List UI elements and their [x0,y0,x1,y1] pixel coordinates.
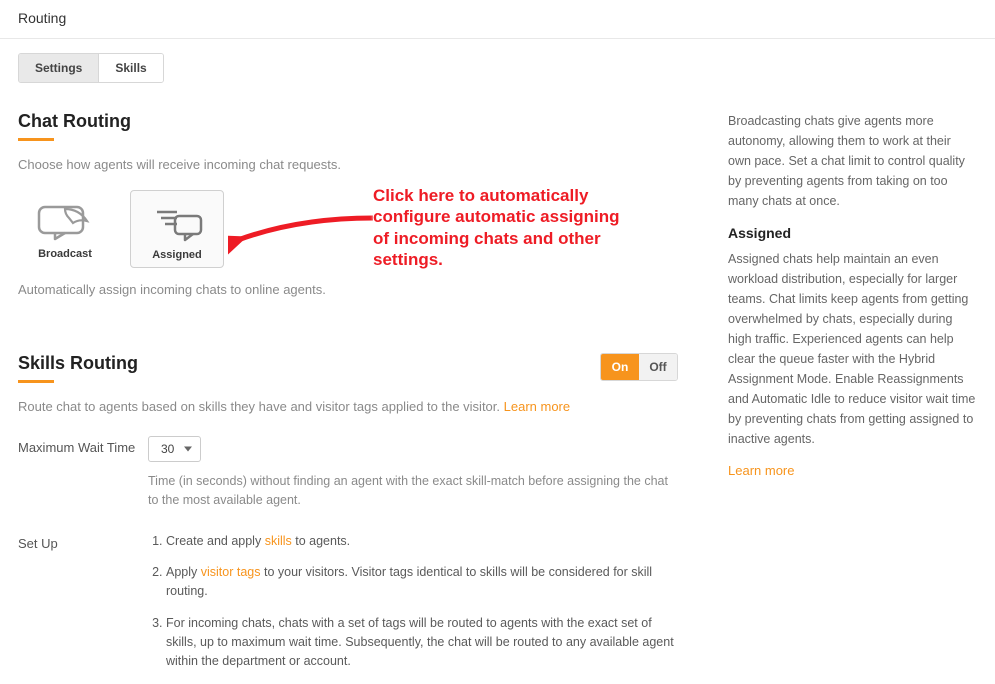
wait-time-select[interactable]: 30 [148,436,201,462]
section-underline [18,138,54,141]
skills-routing-desc-text: Route chat to agents based on skills the… [18,399,504,414]
skills-routing-desc: Route chat to agents based on skills the… [18,399,678,414]
routing-option-broadcast[interactable]: Broadcast [18,190,112,268]
visitor-tags-link[interactable]: visitor tags [201,565,261,579]
step2-pre: Apply [166,565,201,579]
setup-label: Set Up [18,532,148,684]
annotation-text: Click here to automatically configure au… [373,185,633,270]
side-assigned-text: Assigned chats help maintain an even wor… [728,249,977,449]
skills-routing-title: Skills Routing [18,353,138,380]
skills-routing-toggle: On Off [600,353,678,381]
skills-learn-more-link[interactable]: Learn more [504,399,570,414]
skills-link[interactable]: skills [265,534,292,548]
assigned-icon [135,199,219,247]
routing-option-assigned[interactable]: Assigned [130,190,224,268]
setup-step-1: Create and apply skills to agents. [166,532,678,551]
setup-step-2: Apply visitor tags to your visitors. Vis… [166,563,678,602]
chat-routing-title: Chat Routing [18,111,678,138]
wait-time-help: Time (in seconds) without finding an age… [148,472,678,510]
tabs: Settings Skills [18,53,164,83]
chat-routing-desc: Automatically assign incoming chats to o… [18,282,678,297]
setup-step-3: For incoming chats, chats with a set of … [166,614,678,672]
toggle-on[interactable]: On [601,354,639,380]
broadcast-icon [22,198,108,246]
chat-routing-subtitle: Choose how agents will receive incoming … [18,157,678,172]
step1-post: to agents. [292,534,350,548]
assigned-label: Assigned [135,249,219,261]
side-learn-more-link[interactable]: Learn more [728,463,794,478]
side-assigned-title: Assigned [728,225,977,241]
step1-pre: Create and apply [166,534,265,548]
setup-steps: Create and apply skills to agents. Apply… [148,532,678,672]
tab-settings[interactable]: Settings [19,54,99,82]
wait-time-label: Maximum Wait Time [18,436,148,510]
side-broadcast-text: Broadcasting chats give agents more auto… [728,111,977,211]
broadcast-label: Broadcast [22,248,108,260]
section-underline-2 [18,380,54,383]
tab-skills[interactable]: Skills [99,54,162,82]
page-title: Routing [0,0,995,39]
toggle-off[interactable]: Off [639,354,677,380]
